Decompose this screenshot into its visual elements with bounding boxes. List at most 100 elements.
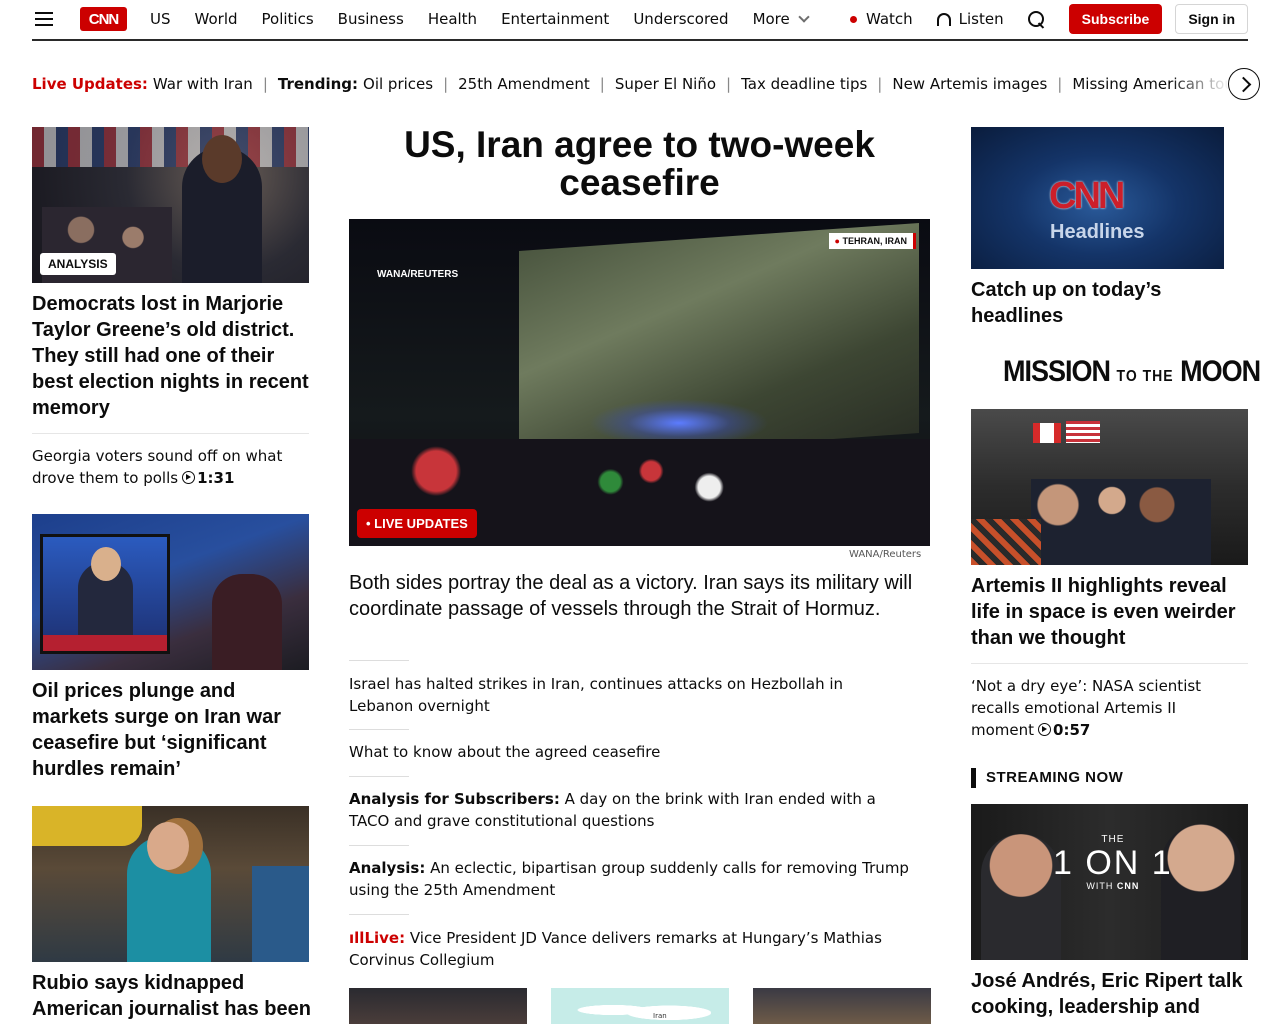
mission-moon: MOON [1180,354,1261,388]
nav-entertainment[interactable]: Entertainment [501,10,609,28]
mission-to-the-moon-logo[interactable]: MISSION TO THE MOON [1003,354,1261,388]
main-headline[interactable]: US, Iran agree to two-week ceasefire [349,126,930,202]
related-link[interactable]: Israel has halted strikes in Iran, conti… [349,673,909,717]
live-updates-text: LIVE UPDATES [374,516,468,531]
trending-link-oil[interactable]: Oil prices [363,75,433,93]
watch-link[interactable]: Watch [849,10,913,28]
separator: | [599,75,605,93]
separator: | [1057,75,1063,93]
separator: | [262,75,268,93]
trending-link-war[interactable]: War with Iran [153,75,253,93]
live-bars-icon: ıll [349,929,365,947]
trending-bar: Live Updates: War with Iran | Trending: … [32,72,1232,96]
headline-one-on-one[interactable]: José Andrés, Eric Ripert talk cooking, l… [971,968,1248,1020]
headlines-wordmark: Headlines [1050,221,1145,243]
play-icon [182,471,196,484]
divider [32,433,309,434]
trending-link-elnino[interactable]: Super El Niño [615,75,716,93]
tv-figure-head [91,547,121,581]
related-link-prefix: Analysis for Subscribers: [349,790,560,808]
trending-link-25th[interactable]: 25th Amendment [458,75,590,93]
menu-icon[interactable] [35,12,53,26]
related-link[interactable]: Analysis: An eclectic, bipartisan group … [349,857,909,901]
listen-link[interactable]: Listen [936,10,1004,28]
headline-catch-up[interactable]: Catch up on today’s headlines [971,277,1231,329]
trending-label: Trending: [277,75,359,93]
guest-right [1161,824,1241,960]
chevron-down-icon [798,11,810,23]
headline-artemis[interactable]: Artemis II highlights reveal life in spa… [971,573,1248,651]
thumb-map[interactable]: Iran [551,988,729,1024]
divider [349,660,409,661]
thumb-video-1[interactable] [349,988,527,1024]
live-updates-label: Live Updates: [32,75,148,93]
header-tools: Watch Listen Subscribe Sign in [849,0,1248,38]
trending-next-button[interactable] [1228,68,1260,100]
subscribe-button[interactable]: Subscribe [1068,4,1163,34]
divider [971,663,1248,664]
related-link-text: Israel has halted strikes in Iran, conti… [349,675,844,715]
sublink-georgia-video[interactable]: Georgia voters sound off on what drove t… [32,445,309,489]
watch-label: Watch [865,10,913,28]
story-image-oil[interactable] [32,514,309,670]
headline-georgia[interactable]: Democrats lost in Marjorie Taylor Greene… [32,291,309,421]
related-link[interactable]: Analysis for Subscribers: A day on the b… [349,788,909,832]
headphones-icon [936,12,951,26]
live-dot-icon: • [366,516,375,531]
nav-health[interactable]: Health [428,10,477,28]
streaming-now-label: STREAMING NOW [971,768,1123,788]
astronaut-crew [1031,479,1211,565]
video-duration: 1:31 [197,469,235,487]
main-story-image[interactable]: WANA/REUTERS ● TEHRAN, IRAN • LIVE UPDAT… [349,219,930,546]
headline-oil[interactable]: Oil prices plunge and markets surge on I… [32,678,309,782]
cargo-netting [971,519,1041,565]
related-link-prefix: Analysis: [349,859,426,877]
nav-underscored[interactable]: Underscored [633,10,728,28]
mission-word: MISSION [1003,354,1111,388]
map-label: Iran [653,1012,667,1020]
nav-business[interactable]: Business [338,10,404,28]
story-image-georgia[interactable]: ANALYSIS [32,127,309,283]
related-link-prefix: Live: [364,929,406,947]
divider [349,776,409,777]
live-updates-badge[interactable]: • LIVE UPDATES [357,509,477,538]
cnn-logo[interactable]: CNN [80,7,127,31]
nav-more[interactable]: More [753,10,810,28]
analysis-badge: ANALYSIS [40,253,116,275]
speaker-head [202,135,242,183]
journalist-head [147,822,189,870]
related-link[interactable]: What to know about the agreed ceasefire [349,741,909,763]
thumb-video-2[interactable] [753,988,931,1024]
show-with: WITH [1086,881,1114,891]
story-image-one-on-one[interactable]: THE 1 ON 1 WITH CNN [971,804,1248,960]
tv-screen [40,534,170,654]
search-icon[interactable] [1027,10,1045,28]
mission-to-the: TO THE [1116,366,1174,385]
live-dot-icon [849,15,857,23]
main-story-lede[interactable]: Both sides portray the deal as a victory… [349,570,930,622]
headline-rubio[interactable]: Rubio says kidnapped American journalist… [32,970,312,1022]
related-link[interactable]: ıllLive: Vice President JD Vance deliver… [349,927,909,971]
show-title: 1 ON 1 [1053,844,1173,882]
trending-fade [1170,66,1230,102]
blue-chair [252,866,309,962]
us-flag [1066,421,1100,443]
story-image-rubio[interactable] [32,806,309,962]
trending-link-artemis[interactable]: New Artemis images [892,75,1047,93]
sublink-artemis-video[interactable]: ‘Not a dry eye’: NASA scientist recalls … [971,675,1231,741]
trending-link-tax[interactable]: Tax deadline tips [741,75,867,93]
video-duration: 0:57 [1053,721,1091,739]
headlines-promo-image[interactable]: CNN Headlines [971,127,1224,269]
show-logo: THE 1 ON 1 WITH CNN [1053,834,1173,891]
play-icon [1038,723,1052,736]
story-image-artemis[interactable] [971,409,1248,565]
stage-lights [589,399,769,439]
nav-us[interactable]: US [150,10,171,28]
nav-world[interactable]: World [195,10,238,28]
related-link-text: Vice President JD Vance delivers remarks… [349,929,882,969]
nav-politics[interactable]: Politics [262,10,314,28]
trader-figure [212,574,282,670]
divider [349,845,409,846]
sign-in-button[interactable]: Sign in [1175,4,1248,34]
taxi [32,806,142,846]
